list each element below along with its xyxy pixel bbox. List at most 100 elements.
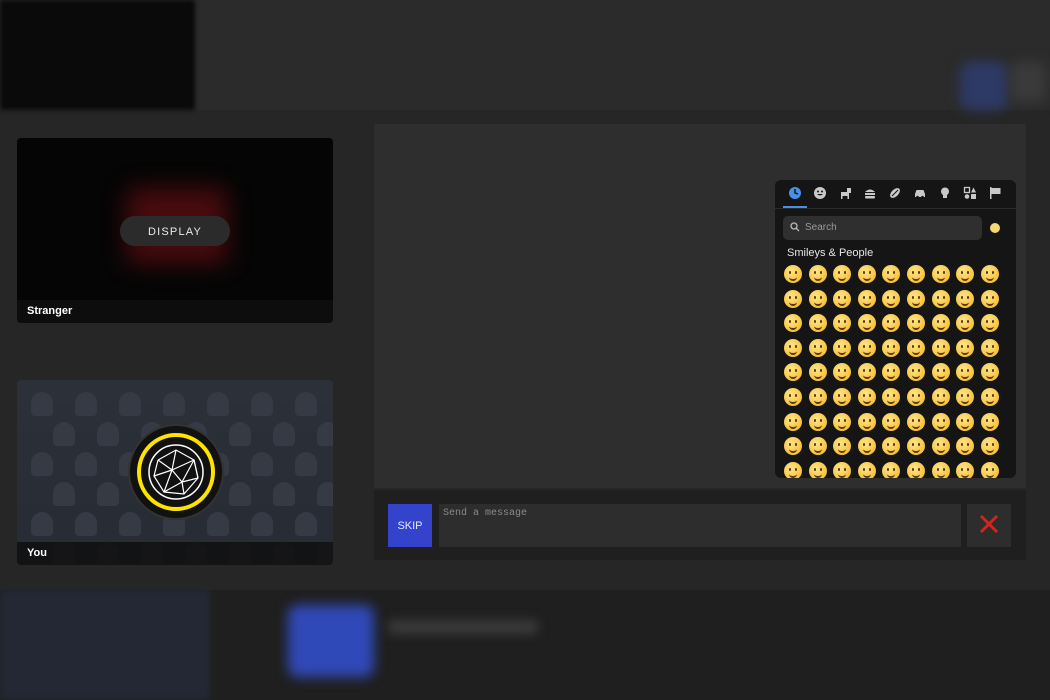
emoji-item[interactable] bbox=[931, 388, 950, 406]
emoji-item[interactable] bbox=[956, 289, 975, 308]
emoji-item[interactable] bbox=[833, 437, 852, 456]
smiley-icon[interactable] bbox=[812, 186, 828, 202]
emoji-item[interactable] bbox=[980, 437, 999, 456]
emoji-item[interactable] bbox=[784, 412, 802, 431]
emoji-item[interactable] bbox=[956, 363, 975, 382]
emoji-item[interactable] bbox=[882, 289, 901, 308]
emoji-item[interactable] bbox=[931, 289, 950, 308]
emoji-item[interactable] bbox=[882, 412, 901, 431]
emoji-item[interactable] bbox=[931, 363, 950, 382]
emoji-item[interactable] bbox=[808, 265, 827, 283]
emoji-item[interactable] bbox=[980, 314, 999, 333]
ghost-icon bbox=[251, 512, 273, 536]
emoji-item[interactable] bbox=[956, 265, 975, 283]
emoji-item[interactable] bbox=[907, 437, 925, 456]
emoji-item[interactable] bbox=[833, 289, 852, 308]
emoji-item[interactable] bbox=[956, 437, 975, 456]
emoji-item[interactable] bbox=[808, 388, 827, 406]
emoji-item[interactable] bbox=[808, 289, 827, 308]
emoji-item[interactable] bbox=[833, 461, 852, 478]
ghost-icon bbox=[317, 482, 333, 506]
emoji-item[interactable] bbox=[956, 314, 975, 333]
close-button[interactable] bbox=[967, 504, 1011, 547]
emoji-item[interactable] bbox=[808, 363, 827, 382]
emoji-item[interactable] bbox=[907, 289, 925, 308]
emoji-grid bbox=[784, 265, 1016, 478]
lightbulb-icon[interactable] bbox=[937, 186, 953, 202]
emoji-item[interactable] bbox=[833, 363, 852, 382]
emoji-item[interactable] bbox=[882, 461, 901, 478]
emoji-item[interactable] bbox=[857, 412, 876, 431]
recent-icon[interactable] bbox=[787, 186, 803, 202]
emoji-item[interactable] bbox=[857, 437, 876, 456]
emoji-item[interactable] bbox=[931, 265, 950, 283]
emoji-item[interactable] bbox=[882, 437, 901, 456]
emoji-item[interactable] bbox=[857, 363, 876, 382]
emoji-item[interactable] bbox=[907, 314, 925, 333]
animal-icon[interactable] bbox=[837, 186, 853, 202]
food-icon[interactable] bbox=[862, 186, 878, 202]
emoji-item[interactable] bbox=[980, 461, 999, 478]
emoji-item[interactable] bbox=[882, 388, 901, 406]
flag-icon[interactable] bbox=[987, 186, 1003, 202]
emoji-item[interactable] bbox=[808, 461, 827, 478]
emoji-item[interactable] bbox=[857, 314, 876, 333]
emoji-item[interactable] bbox=[980, 289, 999, 308]
emoji-item[interactable] bbox=[833, 412, 852, 431]
emoji-item[interactable] bbox=[907, 412, 925, 431]
emoji-item[interactable] bbox=[980, 388, 999, 406]
emoji-item[interactable] bbox=[980, 265, 999, 283]
emoji-item[interactable] bbox=[833, 388, 852, 406]
emoji-item[interactable] bbox=[857, 265, 876, 283]
emoji-item[interactable] bbox=[980, 338, 999, 357]
emoji-item[interactable] bbox=[956, 338, 975, 357]
emoji-item[interactable] bbox=[907, 461, 925, 478]
emoji-item[interactable] bbox=[784, 461, 802, 478]
emoji-item[interactable] bbox=[784, 338, 802, 357]
emoji-item[interactable] bbox=[931, 412, 950, 431]
emoji-item[interactable] bbox=[857, 289, 876, 308]
emoji-item[interactable] bbox=[784, 388, 802, 406]
emoji-item[interactable] bbox=[808, 314, 827, 333]
emoji-item[interactable] bbox=[784, 314, 802, 333]
emoji-item[interactable] bbox=[833, 338, 852, 357]
travel-icon[interactable] bbox=[912, 186, 928, 202]
emoji-item[interactable] bbox=[956, 388, 975, 406]
emoji-item[interactable] bbox=[857, 338, 876, 357]
emoji-item[interactable] bbox=[784, 437, 802, 456]
symbols-icon[interactable] bbox=[962, 186, 978, 202]
emoji-item[interactable] bbox=[980, 363, 999, 382]
emoji-item[interactable] bbox=[808, 412, 827, 431]
emoji-item[interactable] bbox=[956, 412, 975, 431]
emoji-item[interactable] bbox=[833, 314, 852, 333]
ghost-icon bbox=[207, 392, 229, 416]
emoji-item[interactable] bbox=[857, 461, 876, 478]
emoji-item[interactable] bbox=[907, 265, 925, 283]
emoji-item[interactable] bbox=[882, 363, 901, 382]
emoji-search-input[interactable]: Search bbox=[783, 216, 982, 240]
skip-button[interactable]: SKIP bbox=[388, 504, 432, 547]
emoji-item[interactable] bbox=[784, 363, 802, 382]
emoji-item[interactable] bbox=[931, 461, 950, 478]
emoji-item[interactable] bbox=[907, 388, 925, 406]
emoji-item[interactable] bbox=[882, 338, 901, 357]
emoji-item[interactable] bbox=[808, 437, 827, 456]
emoji-item[interactable] bbox=[907, 363, 925, 382]
activity-icon[interactable] bbox=[887, 186, 903, 202]
display-button[interactable]: DISPLAY bbox=[120, 216, 230, 246]
emoji-item[interactable] bbox=[857, 388, 876, 406]
emoji-search-placeholder: Search bbox=[805, 222, 837, 233]
emoji-item[interactable] bbox=[784, 289, 802, 308]
emoji-item[interactable] bbox=[931, 314, 950, 333]
emoji-item[interactable] bbox=[833, 265, 852, 283]
emoji-item[interactable] bbox=[907, 338, 925, 357]
emoji-item[interactable] bbox=[808, 338, 827, 357]
emoji-item[interactable] bbox=[882, 265, 901, 283]
emoji-item[interactable] bbox=[931, 338, 950, 357]
emoji-item[interactable] bbox=[882, 314, 901, 333]
emoji-item[interactable] bbox=[980, 412, 999, 431]
emoji-item[interactable] bbox=[931, 437, 950, 456]
emoji-item[interactable] bbox=[784, 265, 802, 283]
skin-tone-selector[interactable] bbox=[990, 223, 1000, 233]
emoji-item[interactable] bbox=[956, 461, 975, 478]
